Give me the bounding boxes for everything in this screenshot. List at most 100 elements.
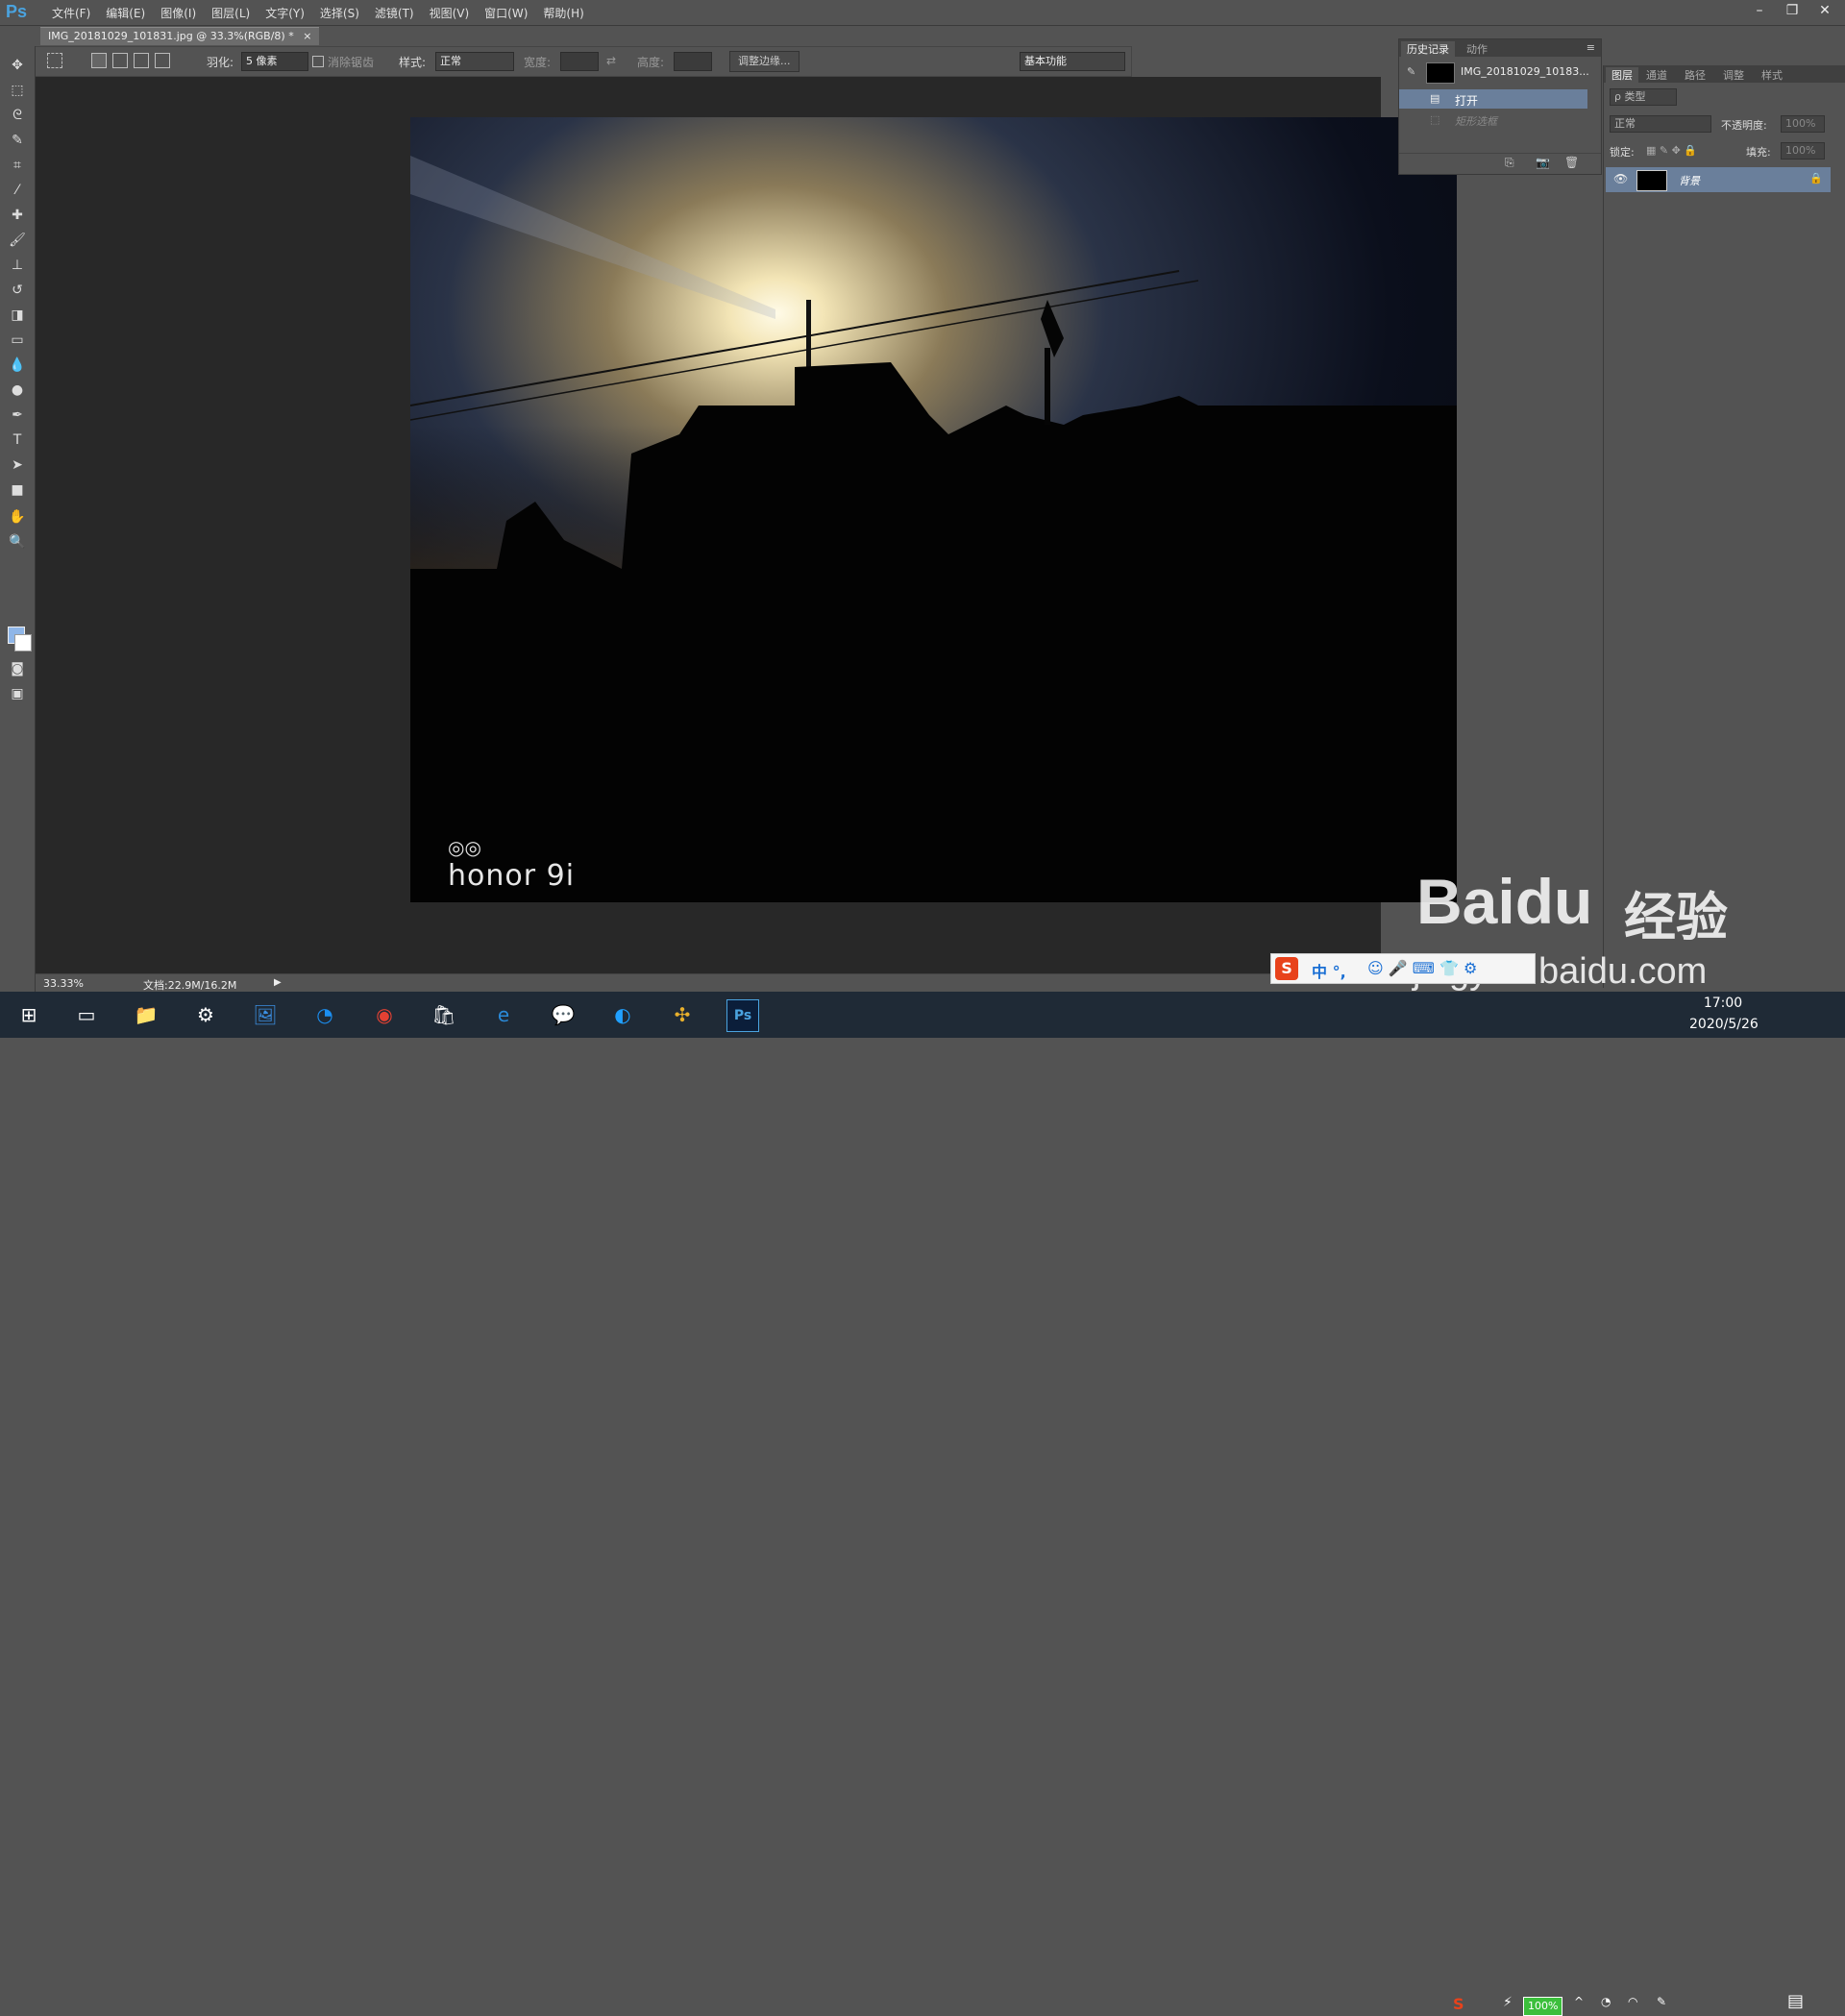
document-size[interactable]: 文档:22.9M/16.2M	[143, 977, 236, 993]
ime-tool-icons[interactable]: ☺ 🎤 ⌨ 👕 ⚙	[1367, 959, 1477, 977]
tab-history[interactable]: 历史记录	[1401, 41, 1455, 57]
swap-icon[interactable]: ⇄	[606, 54, 616, 67]
zoom-level[interactable]: 33.33%	[43, 977, 84, 990]
menu-edit[interactable]: 编辑(E)	[98, 5, 153, 21]
visibility-eye-icon[interactable]: 👁	[1613, 172, 1628, 185]
photoshop-taskbar-icon[interactable]: Ps	[726, 999, 759, 1032]
opacity-input[interactable]: 100%	[1781, 115, 1825, 133]
menu-file[interactable]: 文件(F)	[44, 5, 98, 21]
menu-layer[interactable]: 图层(L)	[204, 5, 258, 21]
settings-icon[interactable]: ⚙	[190, 999, 221, 1030]
minimize-button[interactable]: –	[1749, 2, 1770, 19]
notification-icon[interactable]: ▤	[1787, 1991, 1804, 2011]
eraser-tool-icon[interactable]: ◨	[8, 306, 27, 325]
fill-input[interactable]: 100%	[1781, 142, 1825, 160]
brush-tool-icon[interactable]: 🖌	[8, 231, 27, 250]
marquee-tool-icon[interactable]: ⬚	[8, 81, 27, 100]
type-tool-icon[interactable]: T	[8, 430, 27, 450]
history-step-marquee[interactable]: ⬚ 矩形选框	[1399, 111, 1587, 130]
lock-icons[interactable]: ▦ ✎ ✥ 🔒	[1646, 144, 1697, 157]
menu-type[interactable]: 文字(Y)	[258, 5, 312, 21]
menu-select[interactable]: 选择(S)	[312, 5, 367, 21]
delete-state-icon[interactable]: 🗑	[1564, 156, 1579, 169]
close-button[interactable]: ✕	[1814, 2, 1835, 19]
internet-explorer-icon[interactable]: e	[488, 999, 519, 1030]
pen-ink-icon[interactable]: ✎	[1657, 1995, 1666, 2008]
workspace-select[interactable]: 基本功能	[1020, 52, 1125, 71]
status-menu-arrow-icon[interactable]: ▶	[274, 977, 282, 988]
dodge-tool-icon[interactable]: ●	[8, 381, 27, 400]
menu-filter[interactable]: 滤镜(T)	[367, 5, 422, 21]
eyedropper-tool-icon[interactable]: ⁄	[8, 181, 27, 200]
clock-date[interactable]: 2020/5/26	[1689, 1017, 1759, 1032]
rectangle-tool-icon[interactable]: ■	[8, 480, 27, 500]
tab-channels[interactable]: 通道	[1640, 67, 1673, 83]
width-input[interactable]	[560, 52, 599, 71]
tab-adjustments[interactable]: 调整	[1717, 67, 1750, 83]
restore-button[interactable]: ❐	[1782, 2, 1803, 19]
history-step-open[interactable]: ▤ 打开	[1399, 89, 1587, 109]
feather-input[interactable]: 5 像素	[241, 52, 308, 71]
tray-expand-icon[interactable]: ^	[1574, 1995, 1584, 2008]
new-snapshot-icon[interactable]: 📷	[1536, 156, 1550, 169]
document-photo[interactable]	[410, 117, 1457, 902]
blend-mode-select[interactable]: 正常	[1610, 115, 1711, 133]
wechat-icon[interactable]: 💬	[548, 999, 578, 1030]
quick-mask-icon[interactable]: ◙	[8, 659, 27, 678]
blur-tool-icon[interactable]: 💧	[8, 356, 27, 375]
intersect-selection-icon[interactable]	[155, 53, 170, 68]
sogou-tray-icon[interactable]: S	[1453, 1995, 1464, 2013]
tab-styles[interactable]: 样式	[1756, 67, 1788, 83]
menu-view[interactable]: 视图(V)	[422, 5, 478, 21]
windows-start-icon[interactable]: ⊞	[13, 999, 44, 1030]
menu-image[interactable]: 图像(I)	[153, 5, 204, 21]
layer-row[interactable]: 👁 背景 🔒	[1606, 167, 1831, 192]
history-brush-source-icon[interactable]: ✎	[1407, 65, 1415, 78]
document-tab[interactable]: IMG_20181029_101831.jpg @ 33.3%(RGB/8) *…	[40, 27, 320, 45]
clock-app-icon[interactable]: ◔	[309, 999, 340, 1030]
quick-select-tool-icon[interactable]: ✎	[8, 131, 27, 150]
gradient-tool-icon[interactable]: ▭	[8, 331, 27, 350]
menu-window[interactable]: 窗口(W)	[477, 5, 535, 21]
app-grid-icon[interactable]: ✣	[667, 999, 698, 1030]
qq-tray-icon[interactable]: ◔	[1601, 1995, 1611, 2008]
move-tool-icon[interactable]: ✥	[8, 56, 27, 75]
layer-filter-select[interactable]: ρ 类型	[1610, 88, 1677, 106]
ime-mode[interactable]: 中 °,	[1312, 959, 1346, 982]
new-document-from-state-icon[interactable]: ⎘	[1505, 156, 1514, 170]
photos-app-icon[interactable]: 🖼	[250, 999, 281, 1030]
antialias-checkbox[interactable]	[312, 56, 324, 67]
add-selection-icon[interactable]	[112, 53, 128, 68]
history-snapshot[interactable]: ✎ IMG_20181029_10183...	[1399, 59, 1589, 86]
background-color-swatch[interactable]	[14, 634, 32, 652]
style-select[interactable]: 正常	[435, 52, 514, 71]
healing-brush-tool-icon[interactable]: ✚	[8, 206, 27, 225]
pen-tool-icon[interactable]: ✒	[8, 406, 27, 425]
document-tab-close[interactable]: ×	[303, 30, 311, 42]
subtract-selection-icon[interactable]	[134, 53, 149, 68]
tab-paths[interactable]: 路径	[1679, 67, 1711, 83]
path-select-tool-icon[interactable]: ➤	[8, 455, 27, 475]
tab-actions[interactable]: 动作	[1461, 41, 1493, 57]
height-input[interactable]	[674, 52, 712, 71]
zoom-tool-icon[interactable]: 🔍	[8, 532, 27, 552]
menu-help[interactable]: 帮助(H)	[535, 5, 591, 21]
crop-tool-icon[interactable]: ⌗	[8, 156, 27, 175]
marquee-preset-icon[interactable]	[47, 53, 62, 68]
store-icon[interactable]: 🛍	[429, 999, 459, 1030]
clone-stamp-tool-icon[interactable]: ⊥	[8, 256, 27, 275]
battery-indicator[interactable]: 100%	[1523, 1997, 1563, 2016]
task-view-icon[interactable]: ▭	[71, 999, 102, 1030]
qq-browser-icon[interactable]: ◐	[607, 999, 638, 1030]
file-explorer-icon[interactable]: 📁	[131, 999, 161, 1030]
sogou-logo[interactable]: S	[1275, 957, 1298, 980]
panel-menu-icon[interactable]: ≡	[1587, 41, 1595, 54]
tab-layers[interactable]: 图层	[1606, 67, 1638, 83]
wifi-icon[interactable]: ◠	[1628, 1995, 1637, 2008]
clock-time[interactable]: 17:00	[1689, 996, 1757, 1011]
chrome-icon[interactable]: ◉	[369, 999, 400, 1030]
hand-tool-icon[interactable]: ✋	[8, 507, 27, 527]
history-brush-tool-icon[interactable]: ↺	[8, 281, 27, 300]
new-selection-icon[interactable]	[91, 53, 107, 68]
refine-edge-button[interactable]: 调整边缘...	[729, 51, 800, 72]
